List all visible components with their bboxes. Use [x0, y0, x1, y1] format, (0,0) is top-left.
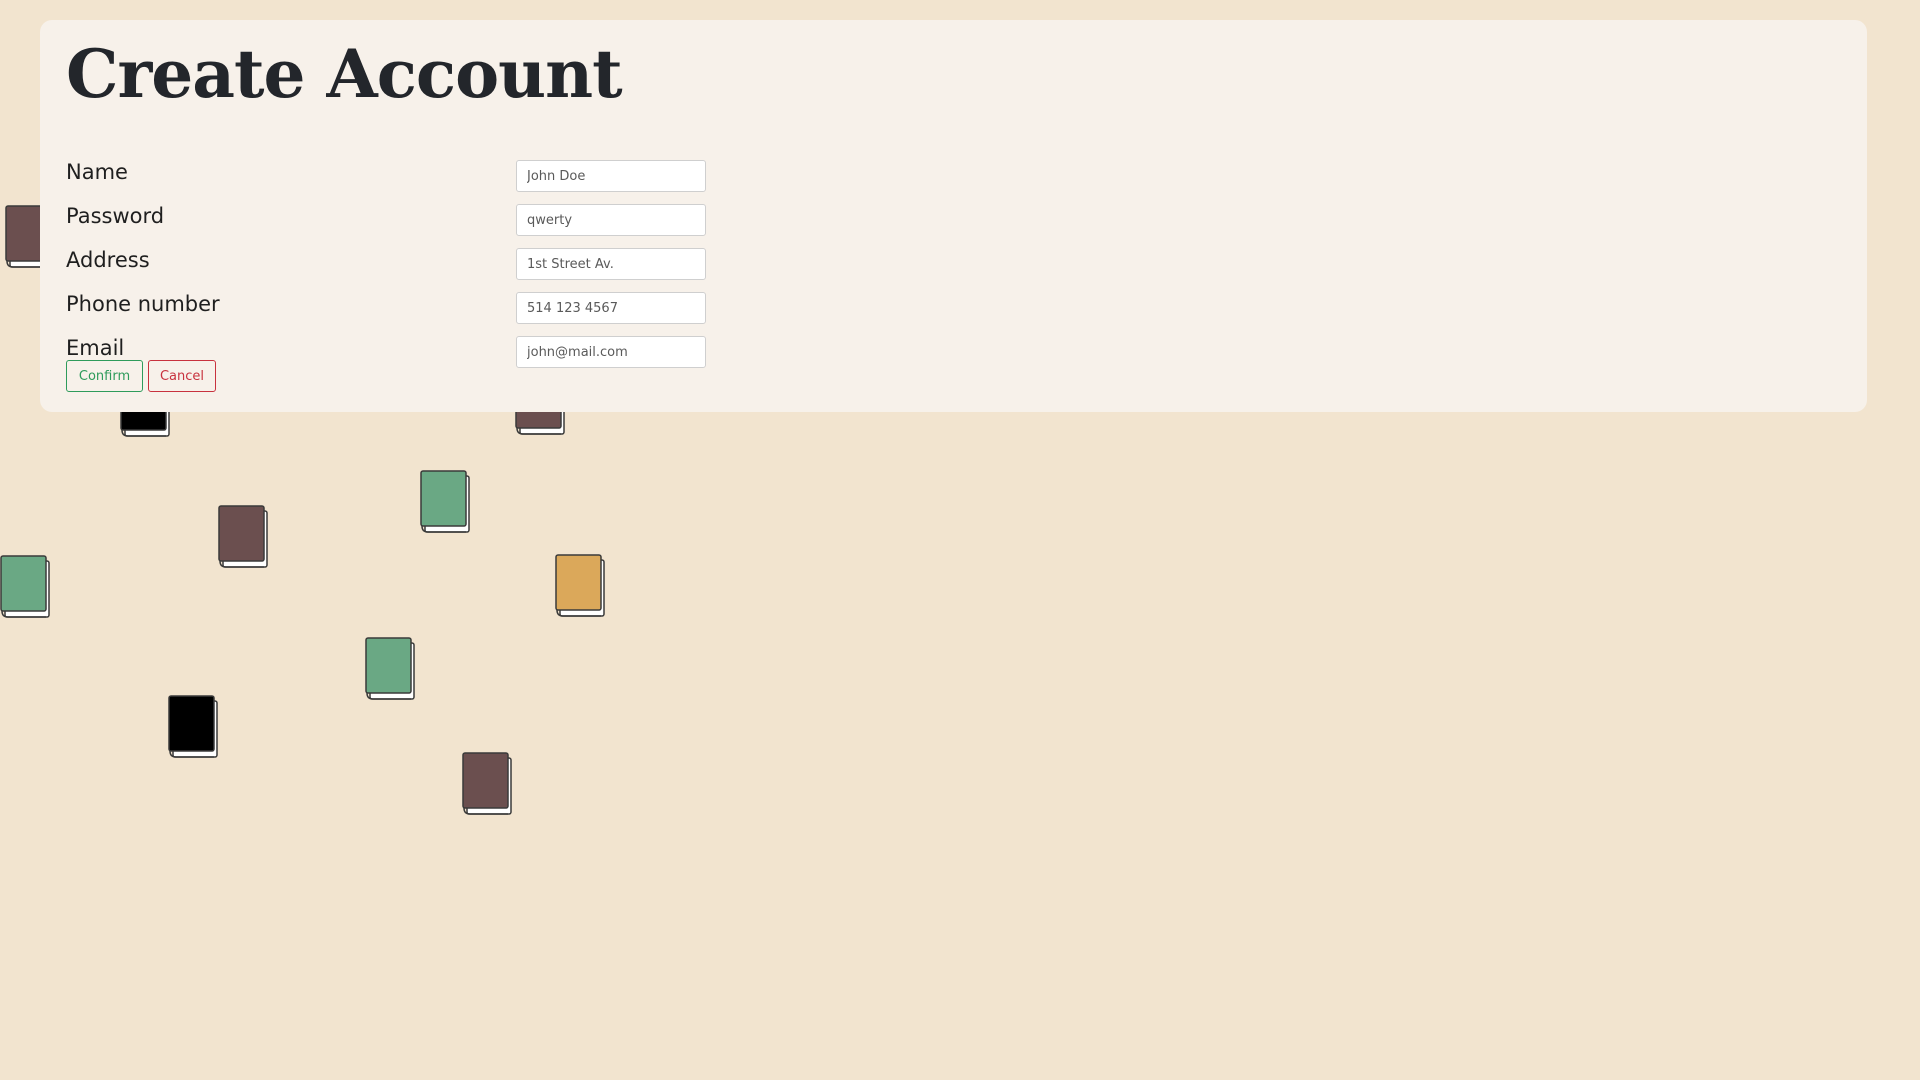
name-row: Name — [66, 160, 706, 192]
book-icon — [420, 470, 471, 534]
book-icon — [218, 505, 269, 569]
address-input[interactable] — [516, 248, 706, 280]
address-label: Address — [66, 248, 150, 272]
password-label: Password — [66, 204, 165, 228]
address-row: Address — [66, 248, 706, 280]
book-icon — [168, 695, 219, 759]
phone-row: Phone number — [66, 292, 706, 324]
create-account-panel: Create Account Name Password Address Pho… — [40, 20, 1867, 412]
phone-input[interactable] — [516, 292, 706, 324]
email-input[interactable] — [516, 336, 706, 368]
page-title: Create Account — [66, 35, 623, 113]
name-input[interactable] — [516, 160, 706, 192]
password-row: Password — [66, 204, 706, 236]
name-label: Name — [66, 160, 128, 184]
cancel-button[interactable]: Cancel — [148, 360, 216, 392]
phone-label: Phone number — [66, 292, 220, 316]
email-label: Email — [66, 336, 125, 360]
password-input[interactable] — [516, 204, 706, 236]
book-icon — [0, 555, 51, 619]
book-icon — [462, 752, 513, 816]
book-icon — [555, 554, 606, 618]
confirm-button[interactable]: Confirm — [66, 360, 143, 392]
book-icon — [365, 637, 416, 701]
